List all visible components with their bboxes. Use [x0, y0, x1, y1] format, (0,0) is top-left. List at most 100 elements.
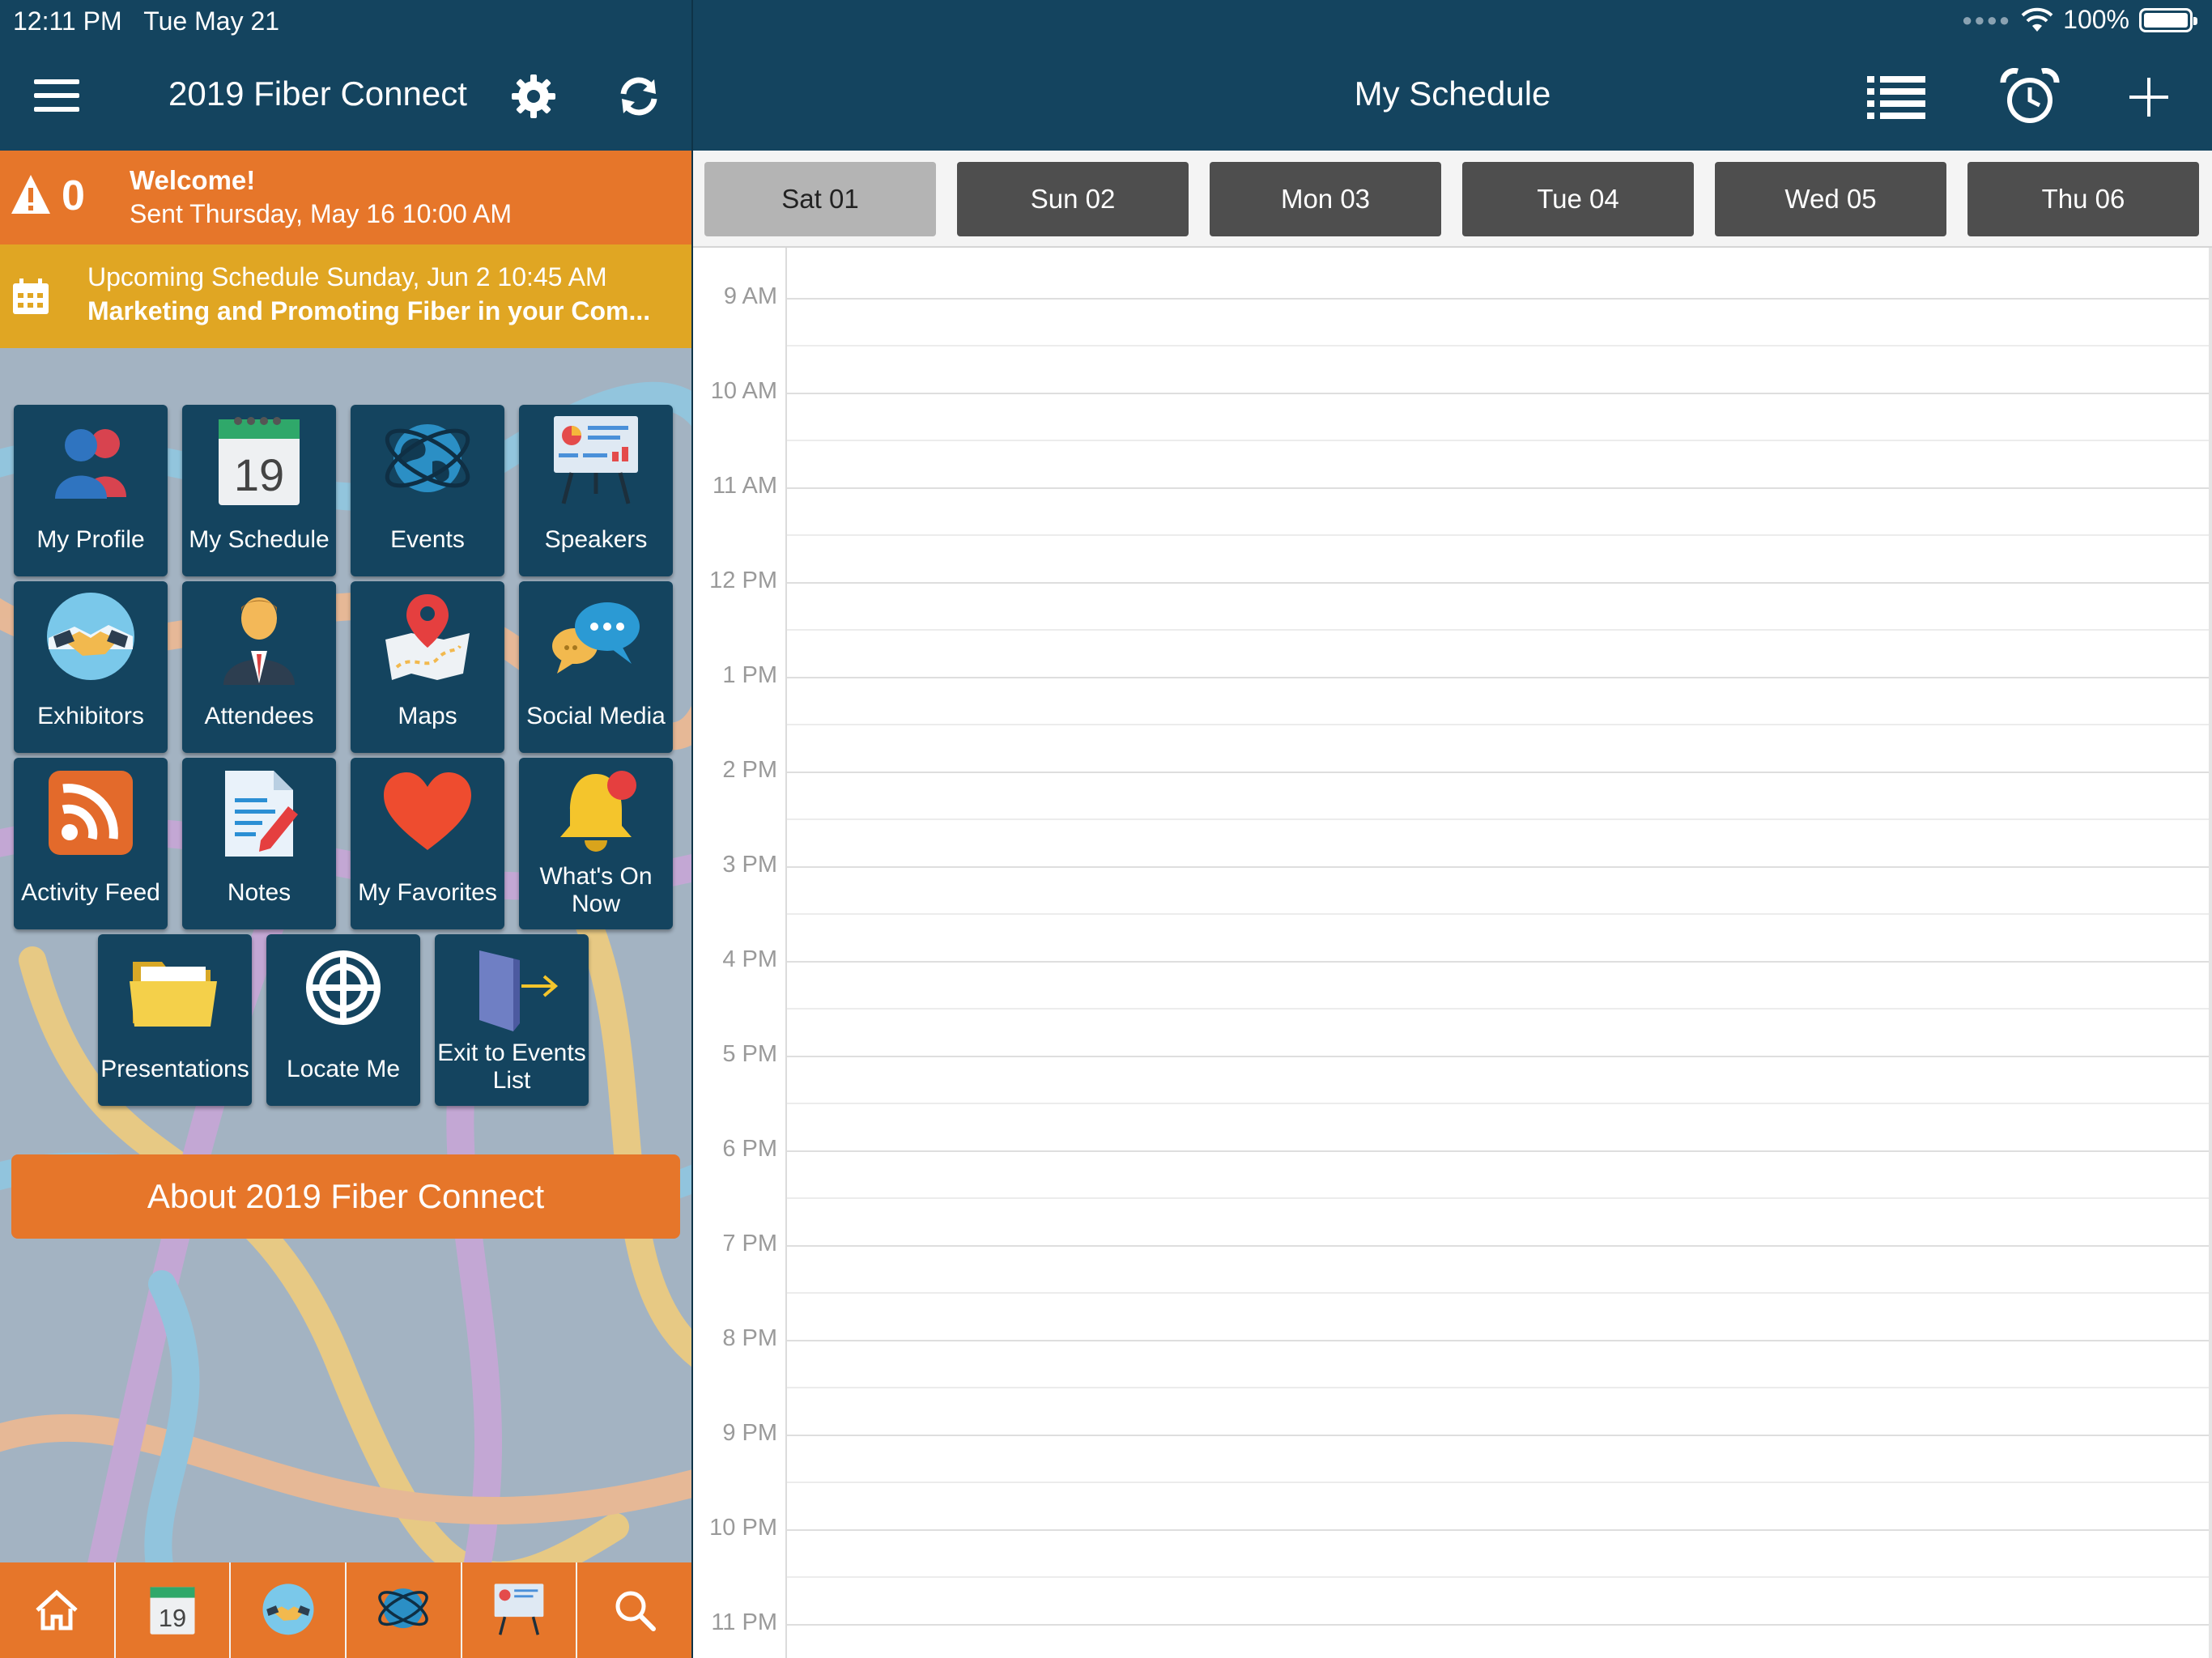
day-tab-thu-06[interactable]: Thu 06 — [1967, 162, 2199, 236]
hamburger-menu-icon[interactable] — [34, 79, 79, 115]
nav-home[interactable] — [0, 1562, 116, 1658]
left-panel: 0 Welcome! Sent Thursday, May 16 10:00 A… — [0, 151, 691, 1658]
hour-row[interactable]: 9 PM — [693, 1420, 2212, 1529]
tile-label: Maps — [398, 703, 457, 729]
hour-row[interactable]: 11 PM — [693, 1609, 2212, 1658]
top-bar: 12:11 PM Tue May 21 ●●●● 100% 2019 Fiber… — [0, 0, 2212, 151]
welcome-alert[interactable]: 0 Welcome! Sent Thursday, May 16 10:00 A… — [0, 151, 691, 244]
hour-label: 9 PM — [722, 1420, 777, 1446]
tile-label: Notes — [227, 879, 291, 906]
tile-speakers[interactable]: Speakers — [519, 405, 673, 576]
hour-label: 2 PM — [722, 757, 777, 783]
hour-row[interactable]: 7 PM — [693, 1231, 2212, 1340]
hour-label: 7 PM — [722, 1231, 777, 1256]
tile-whats-on-now[interactable]: What's On Now — [519, 758, 673, 929]
hour-row[interactable]: 10 PM — [693, 1515, 2212, 1624]
day-tab-wed-05[interactable]: Wed 05 — [1715, 162, 1946, 236]
tile-activity-feed[interactable]: Activity Feed — [14, 758, 168, 929]
map-pin-icon — [385, 594, 470, 680]
status-clock: 12:11 PM Tue May 21 — [13, 6, 279, 36]
hour-label: 4 PM — [722, 946, 777, 972]
tile-locate-me[interactable]: Locate Me — [266, 934, 420, 1106]
nav-search[interactable] — [577, 1562, 691, 1658]
hour-row[interactable]: 8 PM — [693, 1325, 2212, 1435]
search-icon — [615, 1591, 656, 1631]
upcoming-schedule-banner[interactable]: Upcoming Schedule Sunday, Jun 2 10:45 AM… — [0, 244, 691, 348]
hour-row[interactable]: 12 PM — [693, 568, 2212, 677]
calendar-icon: 19 — [219, 417, 300, 505]
tile-label: Speakers — [544, 526, 648, 553]
tile-label: Social Media — [526, 703, 666, 729]
hour-row[interactable]: 2 PM — [693, 757, 2212, 866]
tile-my-favorites[interactable]: My Favorites — [351, 758, 504, 929]
nav-events[interactable] — [347, 1562, 462, 1658]
alert-subtitle: Sent Thursday, May 16 10:00 AM — [130, 199, 512, 228]
hour-row[interactable]: 9 AM — [693, 283, 2212, 393]
nav-exhibitors[interactable] — [231, 1562, 347, 1658]
bottom-nav: 19 — [0, 1562, 691, 1658]
tile-label: Exit to Events List — [437, 1039, 586, 1094]
tile-social-media[interactable]: Social Media — [519, 581, 673, 753]
scroll-edge — [2209, 248, 2212, 1658]
about-event-button[interactable]: About 2019 Fiber Connect — [11, 1154, 680, 1239]
globe-icon — [378, 1588, 429, 1629]
hour-row[interactable]: 10 AM — [693, 378, 2212, 487]
day-tab-sat-01[interactable]: Sat 01 — [704, 162, 936, 236]
day-tab-mon-03[interactable]: Mon 03 — [1210, 162, 1441, 236]
hour-row[interactable]: 3 PM — [693, 852, 2212, 961]
hour-label: 12 PM — [709, 568, 777, 593]
tile-exhibitors[interactable]: Exhibitors — [14, 581, 168, 753]
warning-icon — [11, 175, 50, 214]
tile-label: Attendees — [204, 703, 314, 729]
presentation-board-icon — [494, 1584, 544, 1635]
status-time: 12:11 PM — [13, 6, 122, 36]
day-tab-tue-04[interactable]: Tue 04 — [1462, 162, 1694, 236]
target-icon — [306, 950, 381, 1025]
hour-label: 1 PM — [722, 662, 777, 688]
hour-row[interactable]: 5 PM — [693, 1041, 2212, 1150]
tile-maps[interactable]: Maps — [351, 581, 504, 753]
hour-label: 11 AM — [712, 473, 777, 499]
tile-events[interactable]: Events — [351, 405, 504, 576]
handshake-icon — [47, 593, 134, 680]
tile-my-profile[interactable]: My Profile — [14, 405, 168, 576]
hour-row[interactable]: 6 PM — [693, 1136, 2212, 1245]
tile-presentations[interactable]: Presentations — [98, 934, 252, 1106]
refresh-icon[interactable] — [615, 73, 662, 120]
nav-speakers[interactable] — [462, 1562, 578, 1658]
calendar-day-number: 19 — [234, 449, 284, 500]
hour-label: 9 AM — [723, 283, 777, 309]
battery-percent: 100% — [2063, 5, 2129, 34]
attendee-icon — [223, 597, 295, 685]
tile-label: Presentations — [100, 1056, 249, 1082]
notes-icon — [225, 771, 298, 857]
bell-icon — [560, 771, 636, 852]
schedule-timeline[interactable]: 9 AM 10 AM 11 AM 12 PM 1 PM 2 PM 3 PM 4 … — [693, 248, 2212, 1658]
tile-exit-to-events-list[interactable]: Exit to Events List — [435, 934, 589, 1106]
tile-notes[interactable]: Notes — [182, 758, 336, 929]
alarm-clock-icon[interactable] — [2000, 68, 2060, 128]
tile-label: Activity Feed — [21, 879, 160, 906]
hour-label: 6 PM — [722, 1136, 777, 1162]
handshake-icon — [262, 1584, 314, 1635]
hour-row[interactable]: 4 PM — [693, 946, 2212, 1056]
day-tab-sun-02[interactable]: Sun 02 — [957, 162, 1189, 236]
tile-label: Locate Me — [286, 1056, 401, 1082]
hour-row[interactable]: 11 AM — [693, 473, 2212, 582]
tile-my-schedule[interactable]: 19 My Schedule — [182, 405, 336, 576]
list-view-icon[interactable] — [1867, 74, 1925, 120]
hour-row[interactable]: 1 PM — [693, 662, 2212, 772]
hour-label: 3 PM — [722, 852, 777, 878]
hour-label: 10 AM — [710, 378, 777, 404]
hour-label: 10 PM — [709, 1515, 777, 1541]
gear-icon[interactable] — [510, 73, 557, 120]
add-icon[interactable] — [2126, 74, 2172, 120]
exit-door-icon — [479, 950, 559, 1031]
alert-count: 0 — [62, 172, 85, 219]
hour-label: 8 PM — [722, 1325, 777, 1351]
nav-schedule[interactable]: 19 — [116, 1562, 232, 1658]
tile-attendees[interactable]: Attendees — [182, 581, 336, 753]
calendar-day-number: 19 — [159, 1604, 186, 1632]
presentation-board-icon — [554, 416, 638, 504]
tile-label: What's On Now — [539, 863, 653, 917]
